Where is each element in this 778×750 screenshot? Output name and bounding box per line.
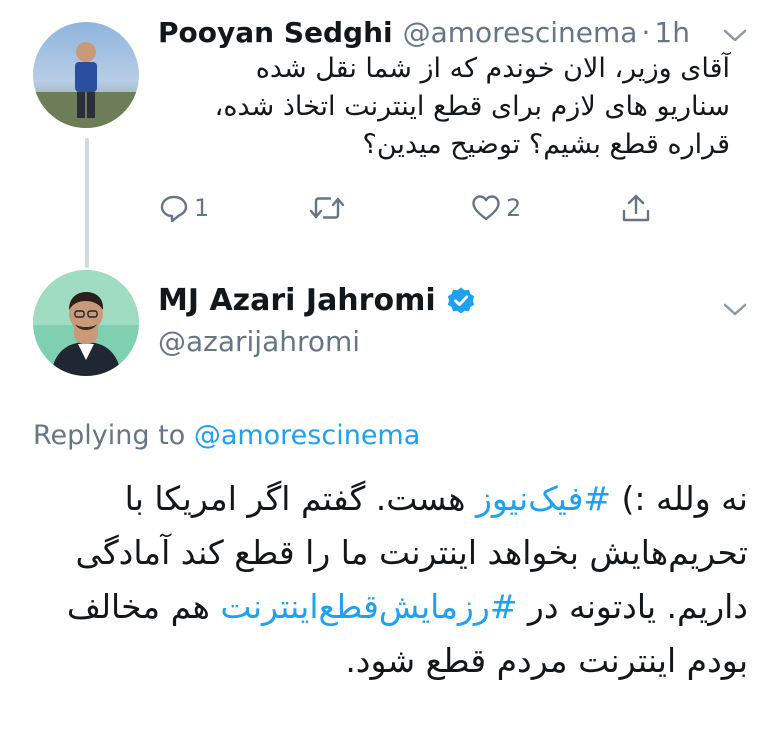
author-handle[interactable]: @azarijahromi [158,325,360,358]
tweet1-header: Pooyan Sedghi @amorescinema · 1h [158,16,690,49]
tweet-text: نه ولله :) #فیک‌نیوز هست. گفتم اگر امریک… [30,472,748,688]
chevron-down-icon[interactable] [722,28,748,44]
heart-icon [472,195,500,221]
retweet-button[interactable] [308,192,350,224]
share-button[interactable] [620,192,652,224]
replying-to-line: Replying to @amorescinema [33,420,420,451]
chevron-down-icon[interactable] [722,302,748,318]
thread-connector-line [85,138,89,268]
tweet-actions: 1 2 [158,192,688,228]
author-name[interactable]: MJ Azari Jahromi [158,283,436,318]
hashtag-link[interactable]: #رزمایش‌قطع‌اینترنت [220,587,517,626]
separator-dot: · [641,16,651,49]
hashtag-link[interactable]: #فیک‌نیوز [476,479,611,518]
verified-badge-icon [447,287,474,313]
share-icon [622,194,650,222]
tweet2-header: MJ Azari Jahromi [158,283,476,318]
avatar-azari[interactable] [33,270,139,376]
tweet-text-part: نه ولله :) [611,479,748,518]
replying-to-link[interactable]: @amorescinema [194,420,420,451]
like-count: 2 [506,194,522,222]
reply-icon [160,195,188,223]
avatar-pooyan[interactable] [33,22,139,128]
reply-button[interactable]: 1 [158,192,209,224]
tweet-timestamp[interactable]: 1h [654,16,690,49]
author-handle[interactable]: @amorescinema [403,16,638,49]
reply-count: 1 [194,194,210,222]
like-button[interactable]: 2 [470,192,521,224]
tweet-text: آقای وزیر، الان خوندم که از شما نقل شده … [214,53,730,160]
author-name[interactable]: Pooyan Sedghi [158,16,393,49]
replying-label: Replying to [33,420,186,451]
retweet-icon [309,197,345,219]
